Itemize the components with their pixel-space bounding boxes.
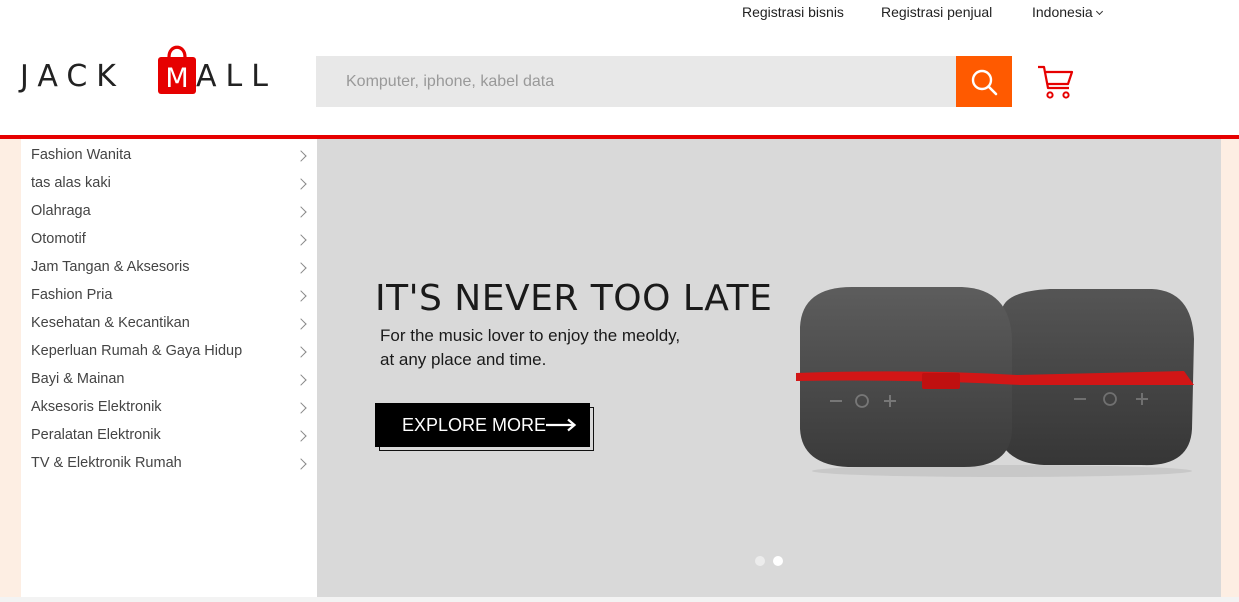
chevron-right-icon (295, 458, 307, 470)
search-button[interactable] (956, 56, 1012, 107)
category-item-kesehatan[interactable]: Kesehatan & Kecantikan (21, 309, 317, 337)
category-label: Fashion Wanita (31, 147, 132, 163)
category-item-jam-tangan[interactable]: Jam Tangan & Aksesoris (21, 253, 317, 281)
search-icon (971, 69, 998, 95)
category-item-tv-elektronik[interactable]: TV & Elektronik Rumah (21, 449, 317, 477)
banner-subtitle: For the music lover to enjoy the meoldy,… (380, 324, 740, 372)
category-label: Otomotif (31, 231, 86, 247)
carousel-dot-active[interactable] (773, 556, 783, 566)
chevron-right-icon (295, 374, 307, 386)
category-label: Peralatan Elektronik (31, 427, 161, 443)
category-item-aksesoris-elektronik[interactable]: Aksesoris Elektronik (21, 393, 317, 421)
category-item-otomotif[interactable]: Otomotif (21, 225, 317, 253)
chevron-right-icon (295, 262, 307, 274)
chevron-right-icon (295, 402, 307, 414)
explore-more-button[interactable]: EXPLORE MORE (375, 403, 590, 447)
page-bottom-strip (0, 597, 1239, 602)
chevron-right-icon (295, 346, 307, 358)
speaker-product-image (796, 287, 1194, 477)
chevron-right-icon (295, 206, 307, 218)
category-item-olahraga[interactable]: Olahraga (21, 197, 317, 225)
category-label: Kesehatan & Kecantikan (31, 315, 190, 331)
logo-letter-m: M (165, 63, 189, 94)
category-item-peralatan-elektronik[interactable]: Peralatan Elektronik (21, 421, 317, 449)
search-bar (316, 56, 956, 107)
category-label: Keperluan Rumah & Gaya Hidup (31, 343, 243, 359)
banner-title: IT'S NEVER TOO LATE (375, 278, 773, 319)
category-label: TV & Elektronik Rumah (31, 455, 182, 471)
category-label: Olahraga (31, 203, 91, 219)
hero-banner[interactable]: IT'S NEVER TOO LATE For the music lover … (317, 139, 1221, 597)
category-item-tas-alas-kaki[interactable]: tas alas kaki (21, 169, 317, 197)
category-item-fashion-pria[interactable]: Fashion Pria (21, 281, 317, 309)
category-sidebar: Fashion Wanita tas alas kaki Olahraga Ot… (21, 139, 317, 597)
category-label: Bayi & Mainan (31, 371, 125, 387)
business-registration-link[interactable]: Registrasi bisnis (742, 4, 844, 20)
chevron-right-icon (295, 290, 307, 302)
category-label: Fashion Pria (31, 287, 113, 303)
logo-text-all: ALL (196, 59, 277, 94)
chevron-right-icon (295, 234, 307, 246)
category-label: tas alas kaki (31, 175, 111, 191)
category-label: Aksesoris Elektronik (31, 399, 162, 415)
seller-registration-link[interactable]: Registrasi penjual (881, 4, 992, 20)
chevron-right-icon (295, 430, 307, 442)
chevron-down-icon (1095, 7, 1103, 16)
language-label: Indonesia (1032, 4, 1093, 20)
explore-more-label: EXPLORE MORE (402, 414, 547, 435)
banner-subtitle-line: at any place and time. (380, 350, 547, 369)
carousel-dot[interactable] (755, 556, 765, 566)
logo-text-jack: JACK (20, 59, 125, 94)
category-label: Jam Tangan & Aksesoris (31, 259, 190, 275)
category-item-bayi-mainan[interactable]: Bayi & Mainan (21, 365, 317, 393)
jackmall-logo[interactable]: JACK M ALL (20, 38, 295, 98)
banner-subtitle-line: For the music lover to enjoy the meoldy, (380, 326, 681, 345)
language-selector[interactable]: Indonesia (1032, 4, 1103, 20)
search-input[interactable] (316, 56, 956, 107)
chevron-right-icon (295, 150, 307, 162)
chevron-right-icon (295, 318, 307, 330)
category-item-fashion-wanita[interactable]: Fashion Wanita (21, 141, 317, 169)
top-links-bar: Registrasi bisnis Registrasi penjual Ind… (0, 0, 1239, 30)
category-item-keperluan-rumah[interactable]: Keperluan Rumah & Gaya Hidup (21, 337, 317, 365)
chevron-right-icon (295, 178, 307, 190)
arrow-right-icon (546, 418, 577, 432)
cart-icon[interactable] (1036, 64, 1076, 100)
